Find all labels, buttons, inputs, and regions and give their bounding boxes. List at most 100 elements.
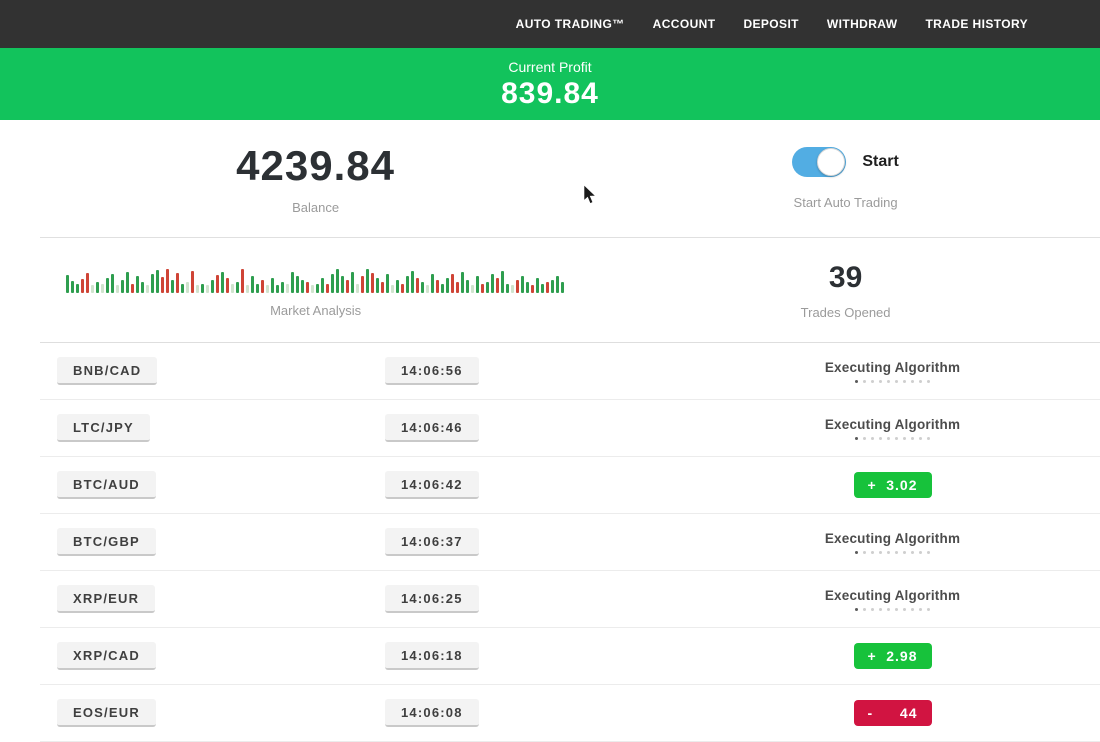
progress-dot	[919, 437, 922, 440]
profit-banner-value: 839.84	[501, 77, 599, 111]
pair-pill[interactable]: EOS/EUR	[57, 699, 156, 727]
result-badge-profit: +3.02	[854, 472, 932, 498]
chart-bar	[486, 282, 489, 293]
chart-bar	[196, 285, 199, 293]
status-cell: Executing Algorithm	[685, 360, 1100, 383]
nav-item-deposit[interactable]: DEPOSIT	[743, 17, 798, 31]
progress-dot	[887, 551, 890, 554]
chart-bar	[556, 276, 559, 293]
chart-bar	[286, 284, 289, 293]
chart-bar	[66, 275, 69, 293]
balance-block: 4239.84 Balance	[40, 120, 591, 237]
chart-bar	[461, 272, 464, 293]
navbar-menu: AUTO TRADING™ ACCOUNT DEPOSIT WITHDRAW TRADE…	[516, 17, 1028, 31]
chart-bar	[201, 284, 204, 293]
auto-trading-toggle[interactable]	[792, 147, 846, 177]
time-pill: 14:06:08	[385, 699, 479, 727]
market-analysis-label: Market Analysis	[270, 303, 361, 318]
chart-bar	[511, 285, 514, 293]
nav-item-account[interactable]: ACCOUNT	[653, 17, 716, 31]
chart-bar	[116, 285, 119, 293]
profit-banner-label: Current Profit	[508, 59, 591, 75]
progress-dot	[863, 551, 866, 554]
pair-pill[interactable]: XRP/EUR	[57, 585, 155, 613]
progress-dot	[911, 551, 914, 554]
chart-bar	[356, 284, 359, 293]
executing-status: Executing Algorithm	[825, 417, 960, 440]
chart-bar	[376, 278, 379, 293]
stats-top-row: 4239.84 Balance Start Start Auto Trading	[40, 120, 1100, 237]
pair-pill[interactable]: BNB/CAD	[57, 357, 157, 385]
chart-bar	[311, 285, 314, 293]
progress-dot	[871, 437, 874, 440]
trades-opened-label: Trades Opened	[801, 305, 891, 320]
progress-dot	[903, 380, 906, 383]
badge-sign: -	[868, 705, 874, 721]
progress-dot	[863, 437, 866, 440]
chart-bar	[551, 280, 554, 293]
trades-table: BNB/CAD 14:06:56 Executing Algorithm LTC…	[40, 342, 1100, 742]
chart-bar	[171, 280, 174, 293]
chart-bar	[451, 274, 454, 293]
executing-progress-dots	[825, 551, 960, 554]
chart-bar	[211, 280, 214, 293]
chart-bar	[261, 280, 264, 293]
chart-bar	[91, 285, 94, 293]
pair-pill[interactable]: LTC/JPY	[57, 414, 150, 442]
chart-bar	[521, 276, 524, 293]
chart-bar	[506, 284, 509, 293]
executing-status: Executing Algorithm	[825, 531, 960, 554]
chart-bar	[101, 284, 104, 293]
progress-dot	[879, 608, 882, 611]
pair-pill[interactable]: BTC/AUD	[57, 471, 156, 499]
executing-progress-dots	[825, 608, 960, 611]
time-pill: 14:06:18	[385, 642, 479, 670]
chart-bar	[246, 285, 249, 293]
chart-bar	[441, 284, 444, 293]
chart-bar	[151, 274, 154, 293]
chart-bar	[496, 278, 499, 293]
nav-item-trade-history[interactable]: TRADE HISTORY	[925, 17, 1028, 31]
progress-dot	[855, 437, 858, 440]
progress-dot	[911, 608, 914, 611]
chart-bar	[436, 280, 439, 293]
executing-progress-dots	[825, 380, 960, 383]
pair-pill[interactable]: BTC/GBP	[57, 528, 156, 556]
chart-bar	[431, 274, 434, 293]
table-row: BNB/CAD 14:06:56 Executing Algorithm	[40, 343, 1100, 400]
chart-bar	[466, 280, 469, 293]
chart-bar	[411, 271, 414, 293]
badge-value: 44	[900, 705, 918, 721]
time-pill: 14:06:46	[385, 414, 479, 442]
chart-bar	[336, 269, 339, 293]
table-row: BTC/GBP 14:06:37 Executing Algorithm	[40, 514, 1100, 571]
chart-bar	[531, 285, 534, 293]
chart-bar	[281, 282, 284, 293]
pair-pill[interactable]: XRP/CAD	[57, 642, 156, 670]
badge-sign: +	[868, 477, 877, 493]
chart-bar	[161, 277, 164, 293]
chart-bar	[396, 280, 399, 293]
toggle-knob	[817, 148, 845, 176]
result-badge-loss: - 44	[854, 700, 932, 726]
progress-dot	[855, 380, 858, 383]
chart-bar	[381, 282, 384, 293]
nav-item-withdraw[interactable]: WITHDRAW	[827, 17, 898, 31]
chart-bar	[536, 278, 539, 293]
nav-item-auto-trading[interactable]: AUTO TRADING™	[516, 17, 625, 31]
table-row: XRP/CAD 14:06:18 +2.98	[40, 628, 1100, 685]
progress-dot	[855, 608, 858, 611]
chart-bar	[191, 271, 194, 293]
progress-dot	[871, 551, 874, 554]
chart-bar	[81, 279, 84, 293]
badge-value: 3.02	[886, 477, 917, 493]
chart-bar	[176, 273, 179, 293]
status-cell: - 44	[685, 700, 1100, 726]
executing-label: Executing Algorithm	[825, 588, 960, 603]
result-badge-profit: +2.98	[854, 643, 932, 669]
chart-bar	[501, 271, 504, 293]
chart-bar	[516, 280, 519, 293]
badge-sign: +	[868, 648, 877, 664]
progress-dot	[903, 437, 906, 440]
chart-bar	[226, 278, 229, 293]
